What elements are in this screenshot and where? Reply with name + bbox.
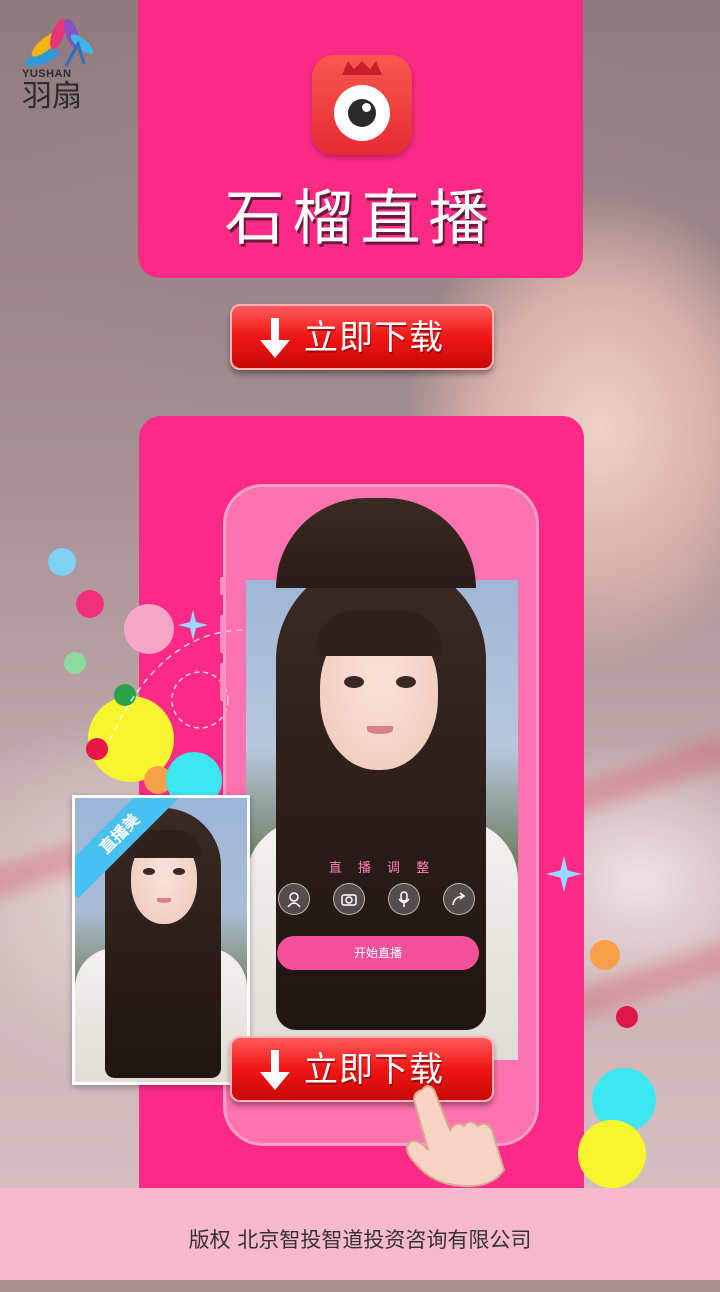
live-adjust-title: 直 播 调 整: [328, 861, 436, 876]
footer: 版权 北京智投智道投资咨询有限公司: [0, 1188, 720, 1280]
yushan-logo: YUSHAN 羽扇: [22, 14, 102, 114]
start-live-button[interactable]: 开始直播: [277, 936, 479, 970]
decor-dot: [76, 590, 104, 618]
phone-screen: [246, 580, 518, 1060]
streamer-photo: [246, 580, 518, 1060]
camera-switch-button[interactable]: [333, 883, 365, 915]
app-title: 石榴直播: [224, 184, 497, 254]
decor-dot: [590, 940, 620, 970]
beauty-icon: [287, 892, 301, 908]
preview-card: 直播美: [72, 795, 250, 1085]
decor-dot: [616, 1006, 638, 1028]
pomegranate-eye-app-icon: [312, 55, 412, 155]
logo-text: 羽扇: [22, 79, 82, 114]
down-arrow-icon: [260, 1050, 290, 1090]
microphone-icon: [398, 891, 410, 907]
share-icon: [452, 892, 466, 906]
share-button[interactable]: [443, 883, 475, 915]
camera-switch-icon: [341, 894, 357, 906]
fan-logo-icon: [24, 18, 94, 67]
sparkle-icon: [546, 856, 582, 892]
microphone-button[interactable]: [388, 883, 420, 915]
download-label: 立即下载: [304, 318, 444, 358]
decor-dot: [48, 548, 76, 576]
down-arrow-icon: [260, 318, 290, 358]
copyright-text: 版权 北京智投智道投资咨询有限公司: [188, 1228, 532, 1252]
decor-dot: [578, 1120, 646, 1188]
app-header-card: 石榴直播: [138, 0, 583, 278]
pointing-hand-icon: [406, 1085, 506, 1188]
beauty-button[interactable]: [278, 883, 310, 915]
decor-dot: [64, 652, 86, 674]
download-button-top[interactable]: 立即下载: [230, 304, 494, 370]
